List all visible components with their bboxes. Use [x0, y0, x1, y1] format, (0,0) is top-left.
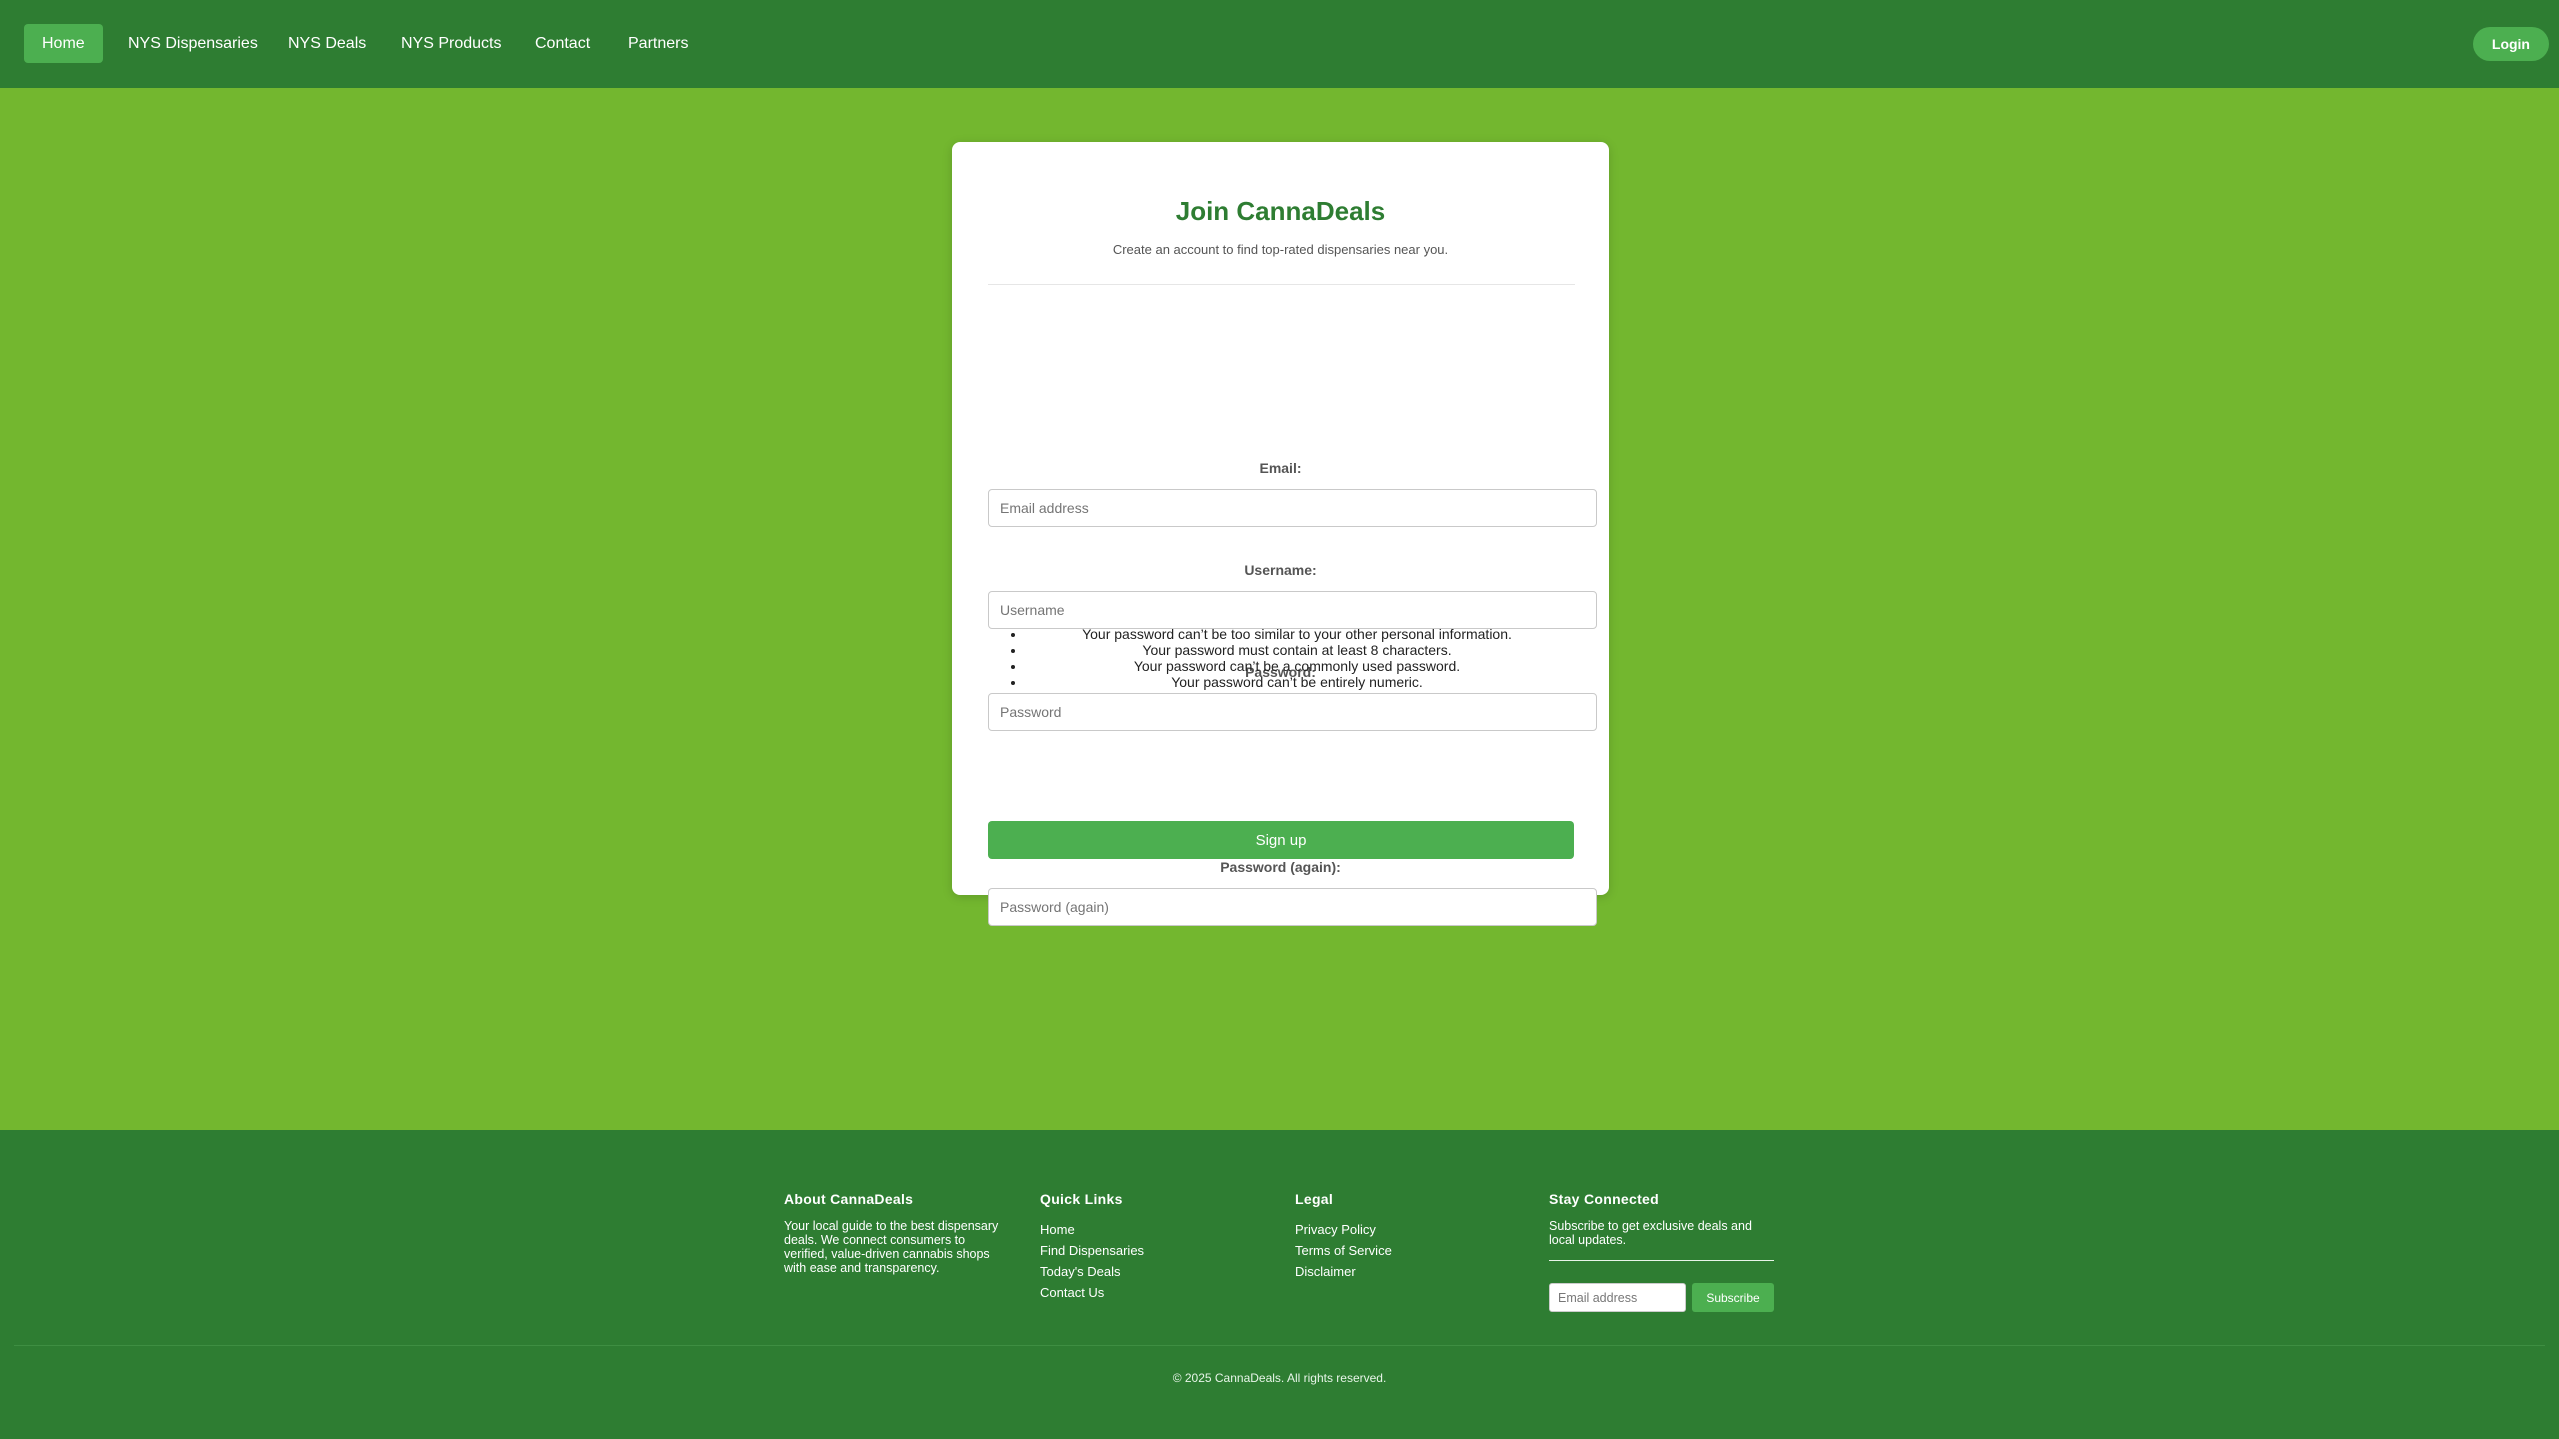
- email-field[interactable]: [988, 489, 1597, 527]
- footer-about-text: Your local guide to the best dispensary …: [784, 1219, 999, 1275]
- top-navbar: Home NYS Dispensaries NYS Deals NYS Prod…: [0, 0, 2559, 88]
- signup-subtitle: Create an account to find top-rated disp…: [1112, 242, 1449, 257]
- footer-link-contact-us[interactable]: Contact Us: [1040, 1282, 1240, 1303]
- site-footer: About CannaDeals Your local guide to the…: [0, 1130, 2559, 1439]
- footer-link-disclaimer[interactable]: Disclaimer: [1295, 1261, 1495, 1282]
- nav-partners[interactable]: Partners: [610, 24, 706, 63]
- footer-link-privacy-policy[interactable]: Privacy Policy: [1295, 1219, 1495, 1240]
- password-help-item: Your password can’t be too similar to yo…: [1026, 626, 1568, 642]
- footer-link-find-dispensaries[interactable]: Find Dispensaries: [1040, 1240, 1240, 1261]
- nav-nys-products[interactable]: NYS Products: [383, 24, 519, 63]
- password-again-field[interactable]: [988, 888, 1597, 926]
- password-again-label: Password (again):: [1220, 859, 1341, 875]
- footer-about-heading: About CannaDeals: [784, 1191, 914, 1207]
- login-button[interactable]: Login: [2472, 27, 2549, 61]
- footer-link-todays-deals[interactable]: Today's Deals: [1040, 1261, 1240, 1282]
- footer-link-terms-of-service[interactable]: Terms of Service: [1295, 1240, 1495, 1261]
- footer-newsletter-heading: Stay Connected: [1549, 1191, 1659, 1207]
- nav-nys-deals[interactable]: NYS Deals: [270, 24, 384, 63]
- sign-up-button[interactable]: Sign up: [988, 821, 1574, 859]
- footer-newsletter-text: Subscribe to get exclusive deals and loc…: [1549, 1219, 1752, 1247]
- nav-nys-dispensaries[interactable]: NYS Dispensaries: [110, 24, 276, 63]
- signup-title: Join CannaDeals: [1175, 196, 1386, 226]
- footer-quick-links-heading: Quick Links: [1040, 1191, 1123, 1207]
- newsletter-form: Subscribe: [1549, 1283, 1789, 1312]
- footer-newsletter: Stay Connected Subscribe to get exclusiv…: [1549, 1191, 1789, 1312]
- card-divider: [988, 284, 1575, 285]
- footer-legal-heading: Legal: [1295, 1191, 1334, 1207]
- footer-link-home[interactable]: Home: [1040, 1219, 1240, 1240]
- nav-contact[interactable]: Contact: [517, 24, 608, 63]
- footer-about: About CannaDeals Your local guide to the…: [784, 1191, 1009, 1275]
- password-help-list: Your password can’t be too similar to yo…: [1008, 626, 1568, 690]
- subscribe-button[interactable]: Subscribe: [1692, 1283, 1774, 1312]
- email-label: Email:: [1259, 460, 1302, 476]
- copyright-text: © 2025 CannaDeals. All rights reserved.: [1172, 1371, 1387, 1385]
- newsletter-divider: [1549, 1260, 1774, 1261]
- footer-divider: [14, 1345, 2545, 1346]
- password-help-item: Your password can’t be a commonly used p…: [1026, 658, 1568, 674]
- password-help-item: Your password must contain at least 8 ch…: [1026, 642, 1568, 658]
- nav-home[interactable]: Home: [24, 24, 103, 63]
- password-field[interactable]: [988, 693, 1597, 731]
- newsletter-email-input[interactable]: [1549, 1283, 1686, 1312]
- footer-legal: Legal Privacy Policy Terms of Service Di…: [1295, 1191, 1495, 1282]
- password-help-item: Your password can’t be entirely numeric.: [1026, 674, 1568, 690]
- footer-quick-links: Quick Links Home Find Dispensaries Today…: [1040, 1191, 1240, 1303]
- signup-card: Join CannaDeals Create an account to fin…: [952, 142, 1609, 926]
- username-field[interactable]: [988, 591, 1597, 629]
- username-label: Username:: [1244, 562, 1317, 578]
